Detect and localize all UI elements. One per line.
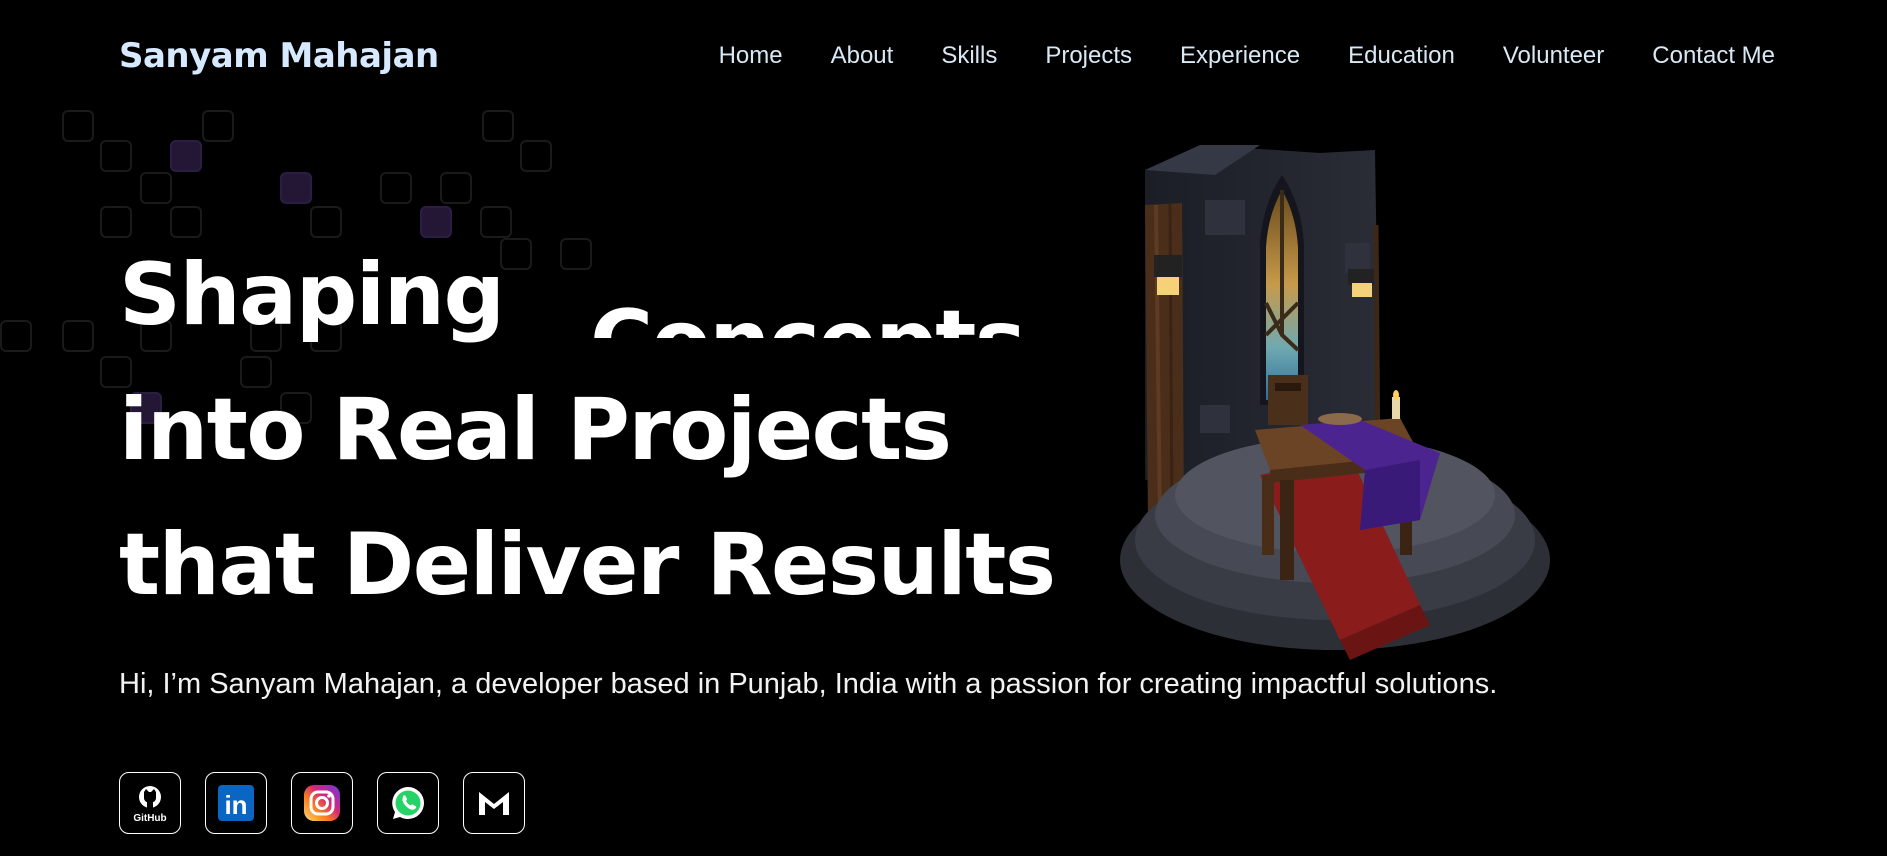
background-square-highlighted (280, 172, 312, 204)
nav-skills[interactable]: Skills (941, 42, 997, 69)
nav-projects[interactable]: Projects (1045, 42, 1132, 69)
linkedin-button[interactable]: in (205, 772, 267, 834)
rotating-word-previous: Ideas (590, 220, 845, 235)
background-square (62, 110, 94, 142)
hero-intro: Hi, I’m Sanyam Mahajan, a developer base… (119, 668, 1498, 700)
hero-3d-room-illustration (1120, 145, 1550, 660)
nav-experience[interactable]: Experience (1180, 42, 1300, 69)
nav-home[interactable]: Home (719, 42, 783, 69)
gmail-icon (479, 792, 509, 815)
instagram-icon (304, 785, 340, 821)
gmail-button[interactable] (463, 772, 525, 834)
navbar: Sanyam Mahajan Home About Skills Project… (0, 0, 1887, 112)
background-square (440, 172, 472, 204)
background-square (62, 320, 94, 352)
nav-about[interactable]: About (831, 42, 894, 69)
nav-education[interactable]: Education (1348, 42, 1455, 69)
hero-line-2: into Real Projects (119, 380, 952, 480)
svg-text:GitHub: GitHub (133, 813, 166, 824)
github-button[interactable]: GitHub (119, 772, 181, 834)
svg-text:in: in (224, 790, 247, 820)
background-square (140, 172, 172, 204)
nav-contact[interactable]: Contact Me (1652, 42, 1775, 69)
linkedin-icon: in (218, 785, 254, 821)
rotating-word-current: Concepts (590, 292, 1026, 338)
github-icon: GitHub (133, 786, 167, 824)
instagram-button[interactable] (291, 772, 353, 834)
nav-links: Home About Skills Projects Experience Ed… (719, 42, 1775, 70)
background-square-highlighted (170, 140, 202, 172)
whatsapp-button[interactable] (377, 772, 439, 834)
whatsapp-icon (392, 787, 424, 820)
background-square (100, 140, 132, 172)
background-square (482, 110, 514, 142)
nav-volunteer[interactable]: Volunteer (1503, 42, 1604, 69)
background-square (380, 172, 412, 204)
background-square (520, 140, 552, 172)
hero-rotating-word: Ideas Concepts (590, 220, 1050, 338)
background-square (202, 110, 234, 142)
background-square (0, 320, 32, 352)
social-links: GitHub in (119, 772, 525, 834)
brand-logo[interactable]: Sanyam Mahajan (119, 36, 439, 76)
hero-line-3: that Deliver Results (119, 515, 1056, 615)
